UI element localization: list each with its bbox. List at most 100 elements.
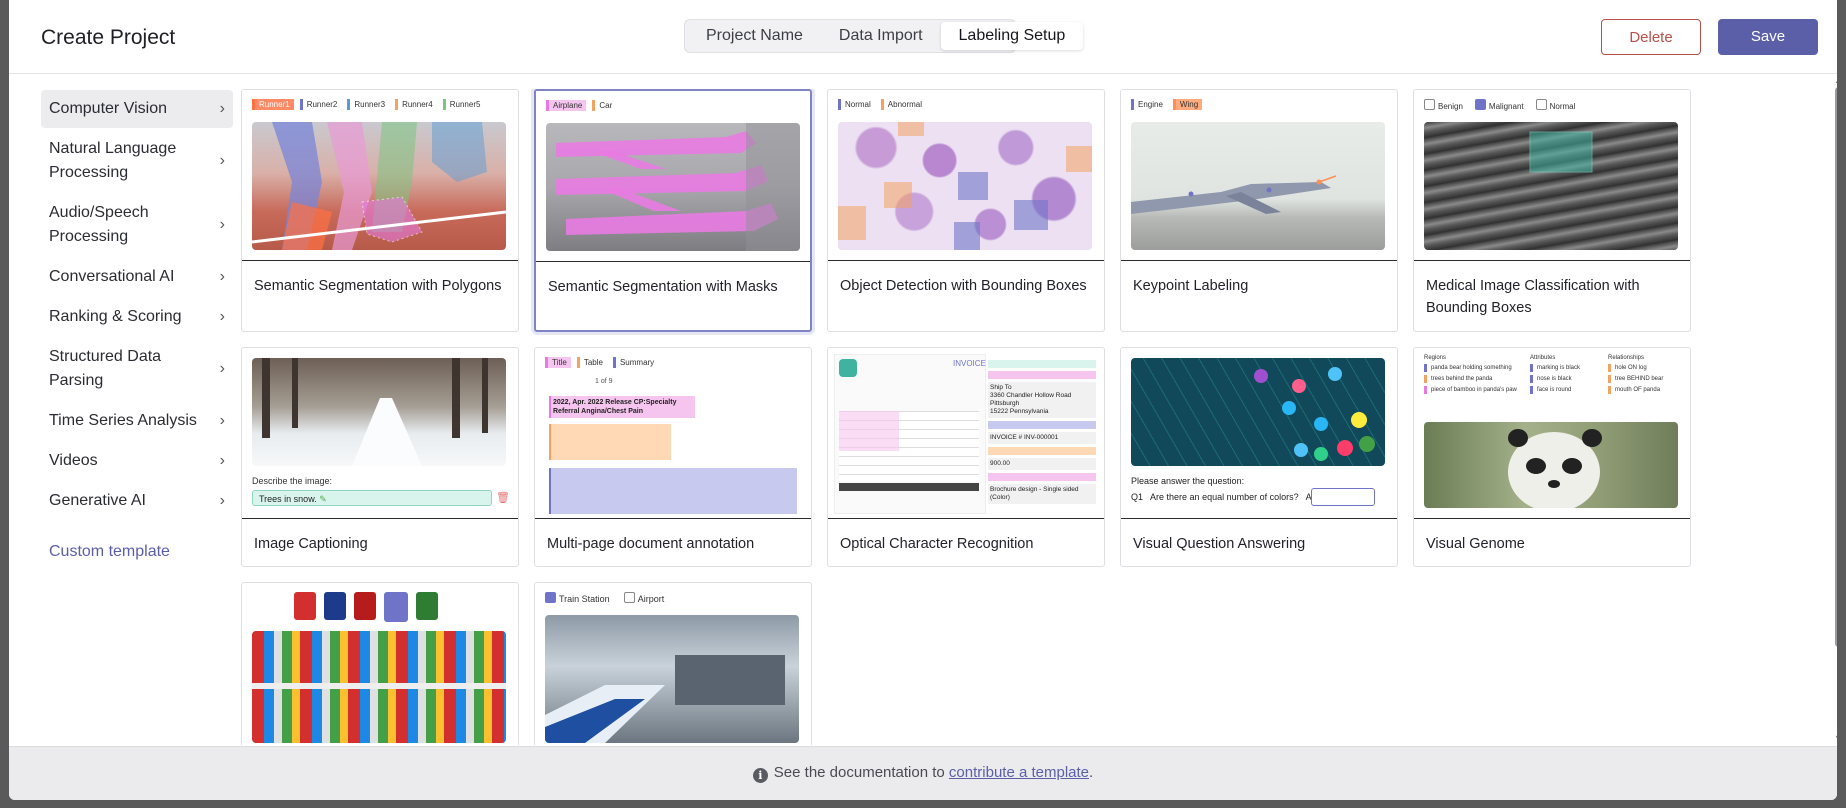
template-title: Semantic Segmentation with Masks bbox=[548, 279, 778, 295]
vqa-prompt: Please answer the question: bbox=[1131, 476, 1245, 486]
product-thumb[interactable] bbox=[384, 592, 408, 622]
save-button[interactable]: Save bbox=[1718, 19, 1818, 55]
label-chip: Title bbox=[545, 357, 571, 368]
step-tabs: Project Name Data Import Labeling Setup bbox=[684, 19, 1084, 53]
tab-labeling-setup[interactable]: Labeling Setup bbox=[940, 22, 1084, 50]
template-card[interactable]: Airplane Car Semantic Segmentation with … bbox=[534, 89, 812, 332]
label-chip: Abnormal bbox=[880, 99, 926, 110]
checkbox-icon[interactable] bbox=[623, 592, 635, 603]
forest-road bbox=[262, 358, 488, 466]
scroll-thumb[interactable] bbox=[1835, 87, 1837, 647]
label-chip: Wing bbox=[1172, 99, 1203, 110]
checkbox-icon[interactable] bbox=[1424, 99, 1435, 110]
sidebar-item-generative-ai[interactable]: Generative AI › bbox=[41, 482, 233, 520]
sidebar-item-nlp[interactable]: Natural Language Processing › bbox=[41, 130, 233, 192]
custom-template-link[interactable]: Custom template bbox=[41, 543, 233, 561]
checkbox-label: Benign bbox=[1438, 102, 1463, 111]
template-card[interactable]: Benign Malignant Normal Medical Image Cl… bbox=[1413, 89, 1691, 332]
template-card[interactable]: Normal Abnormal Object Detection with Bo… bbox=[827, 89, 1105, 332]
checkbox-icon[interactable] bbox=[1535, 99, 1547, 110]
checkbox-option: Malignant bbox=[1474, 99, 1524, 111]
template-card[interactable]: Train Station Airport bbox=[534, 582, 812, 745]
attribute-item: nose is black bbox=[1530, 375, 1602, 383]
label-chip: Summary bbox=[612, 357, 658, 368]
sidebar-item-structured-data[interactable]: Structured Data Parsing › bbox=[41, 338, 233, 400]
sidebar-item-label: Generative AI bbox=[49, 492, 146, 509]
template-preview: Please answer the question: Q1 Are there… bbox=[1121, 348, 1397, 519]
template-grid: Runner1 Runner2 Runner3 Runner4 Runner5 bbox=[241, 89, 1837, 745]
template-card[interactable]: Please answer the question: Q1 Are there… bbox=[1120, 347, 1398, 567]
invoice-document: INVOICE bbox=[834, 354, 986, 514]
bullet-train bbox=[545, 655, 785, 743]
bounding-boxes bbox=[838, 122, 1092, 250]
modal-header: Create Project Project Name Data Import … bbox=[9, 0, 1837, 74]
caption-field[interactable]: Trees in snow. ✎ bbox=[252, 490, 492, 506]
blood-cells-image bbox=[838, 122, 1092, 250]
sidebar-item-ranking-scoring[interactable]: Ranking & Scoring › bbox=[41, 298, 233, 336]
sidebar-item-computer-vision[interactable]: Computer Vision › bbox=[41, 90, 233, 128]
invoice-heading: INVOICE bbox=[953, 359, 986, 368]
template-card[interactable]: Runner1 Runner2 Runner3 Runner4 Runner5 bbox=[241, 89, 519, 332]
spheres-image bbox=[1131, 358, 1385, 466]
lesion-box bbox=[1529, 131, 1593, 173]
answer-input[interactable] bbox=[1311, 488, 1375, 506]
address-line: Ship To bbox=[990, 384, 1012, 391]
product-thumb[interactable] bbox=[416, 592, 438, 620]
footer-tail: . bbox=[1089, 764, 1094, 781]
template-card[interactable]: INVOICE Ship To 3360 Chandler Hollow Roa… bbox=[827, 347, 1105, 567]
label-chips: Engine Wing bbox=[1131, 99, 1203, 110]
document-page: 2022, Apr. 2022 Release CP:Specialty Ref… bbox=[545, 390, 799, 518]
attribute-item: marking is black bbox=[1530, 364, 1602, 372]
logo-icon bbox=[839, 359, 857, 377]
label-chip: Table bbox=[576, 357, 607, 368]
template-title: Multi-page document annotation bbox=[547, 536, 755, 552]
ocr-region bbox=[839, 411, 899, 451]
tab-project-name[interactable]: Project Name bbox=[688, 22, 821, 50]
footer-text: See the documentation to bbox=[773, 764, 949, 781]
product-thumb[interactable] bbox=[354, 592, 376, 620]
sidebar-item-videos[interactable]: Videos › bbox=[41, 442, 233, 480]
region-item: trees behind the panda bbox=[1424, 375, 1520, 383]
delete-button[interactable]: Delete bbox=[1601, 19, 1701, 55]
attributes-column: Attributes marking is black nose is blac… bbox=[1530, 355, 1602, 394]
ocr-label-row bbox=[988, 371, 1096, 379]
scroll-up-icon[interactable]: ▲ bbox=[1834, 75, 1837, 85]
product-thumb[interactable] bbox=[324, 592, 346, 620]
checkbox-option: Normal bbox=[1535, 99, 1575, 111]
contribute-template-link[interactable]: contribute a template bbox=[949, 764, 1089, 781]
jet-image bbox=[1131, 122, 1385, 250]
ocr-label-row bbox=[988, 421, 1096, 429]
product-thumb[interactable] bbox=[294, 592, 316, 620]
documentation-footer: i See the documentation to contribute a t… bbox=[9, 746, 1837, 800]
sidebar-item-time-series[interactable]: Time Series Analysis › bbox=[41, 402, 233, 440]
checkbox-checked-icon[interactable] bbox=[545, 592, 556, 603]
checkbox-checked-icon[interactable] bbox=[1474, 99, 1486, 110]
checkbox-option: Airport bbox=[623, 592, 664, 604]
sidebar-item-label: Videos bbox=[49, 452, 98, 469]
template-preview: Benign Malignant Normal bbox=[1414, 90, 1690, 261]
template-card[interactable]: Engine Wing Keypoint Labeling bbox=[1120, 89, 1398, 332]
sidebar-item-audio-speech[interactable]: Audio/Speech Processing › bbox=[41, 194, 233, 256]
tab-data-import[interactable]: Data Import bbox=[821, 22, 941, 50]
template-title: Semantic Segmentation with Polygons bbox=[254, 278, 502, 294]
sidebar-item-label: Computer Vision bbox=[49, 100, 167, 117]
jet-keypoints bbox=[1131, 175, 1337, 214]
template-card[interactable]: Regions panda bear holding something tre… bbox=[1413, 347, 1691, 567]
trash-icon[interactable]: 🗑 bbox=[496, 491, 510, 504]
label-chip: Normal bbox=[838, 99, 875, 110]
address-line: Pittsburgh bbox=[990, 400, 1020, 407]
scroll-down-icon[interactable]: ▼ bbox=[1834, 733, 1837, 743]
template-card[interactable]: Describe the image: Trees in snow. ✎ 🗑 I… bbox=[241, 347, 519, 567]
doc-table-region bbox=[549, 424, 671, 460]
template-card[interactable] bbox=[241, 582, 519, 745]
grid-scrollbar[interactable]: ▲ ▼ bbox=[1834, 73, 1837, 746]
sidebar-item-conversational-ai[interactable]: Conversational AI › bbox=[41, 258, 233, 296]
template-card[interactable]: Title Table Summary 1 of 9 2022, Apr. 20… bbox=[534, 347, 812, 567]
column-header: Relationships bbox=[1608, 355, 1645, 361]
chevron-right-icon: › bbox=[219, 152, 225, 169]
label-chips: Train Station Airport bbox=[545, 592, 664, 604]
panda-shape bbox=[1508, 429, 1602, 508]
template-preview: Normal Abnormal bbox=[828, 90, 1104, 261]
checkbox-label: Train Station bbox=[559, 594, 610, 604]
panda-image bbox=[1424, 422, 1678, 508]
